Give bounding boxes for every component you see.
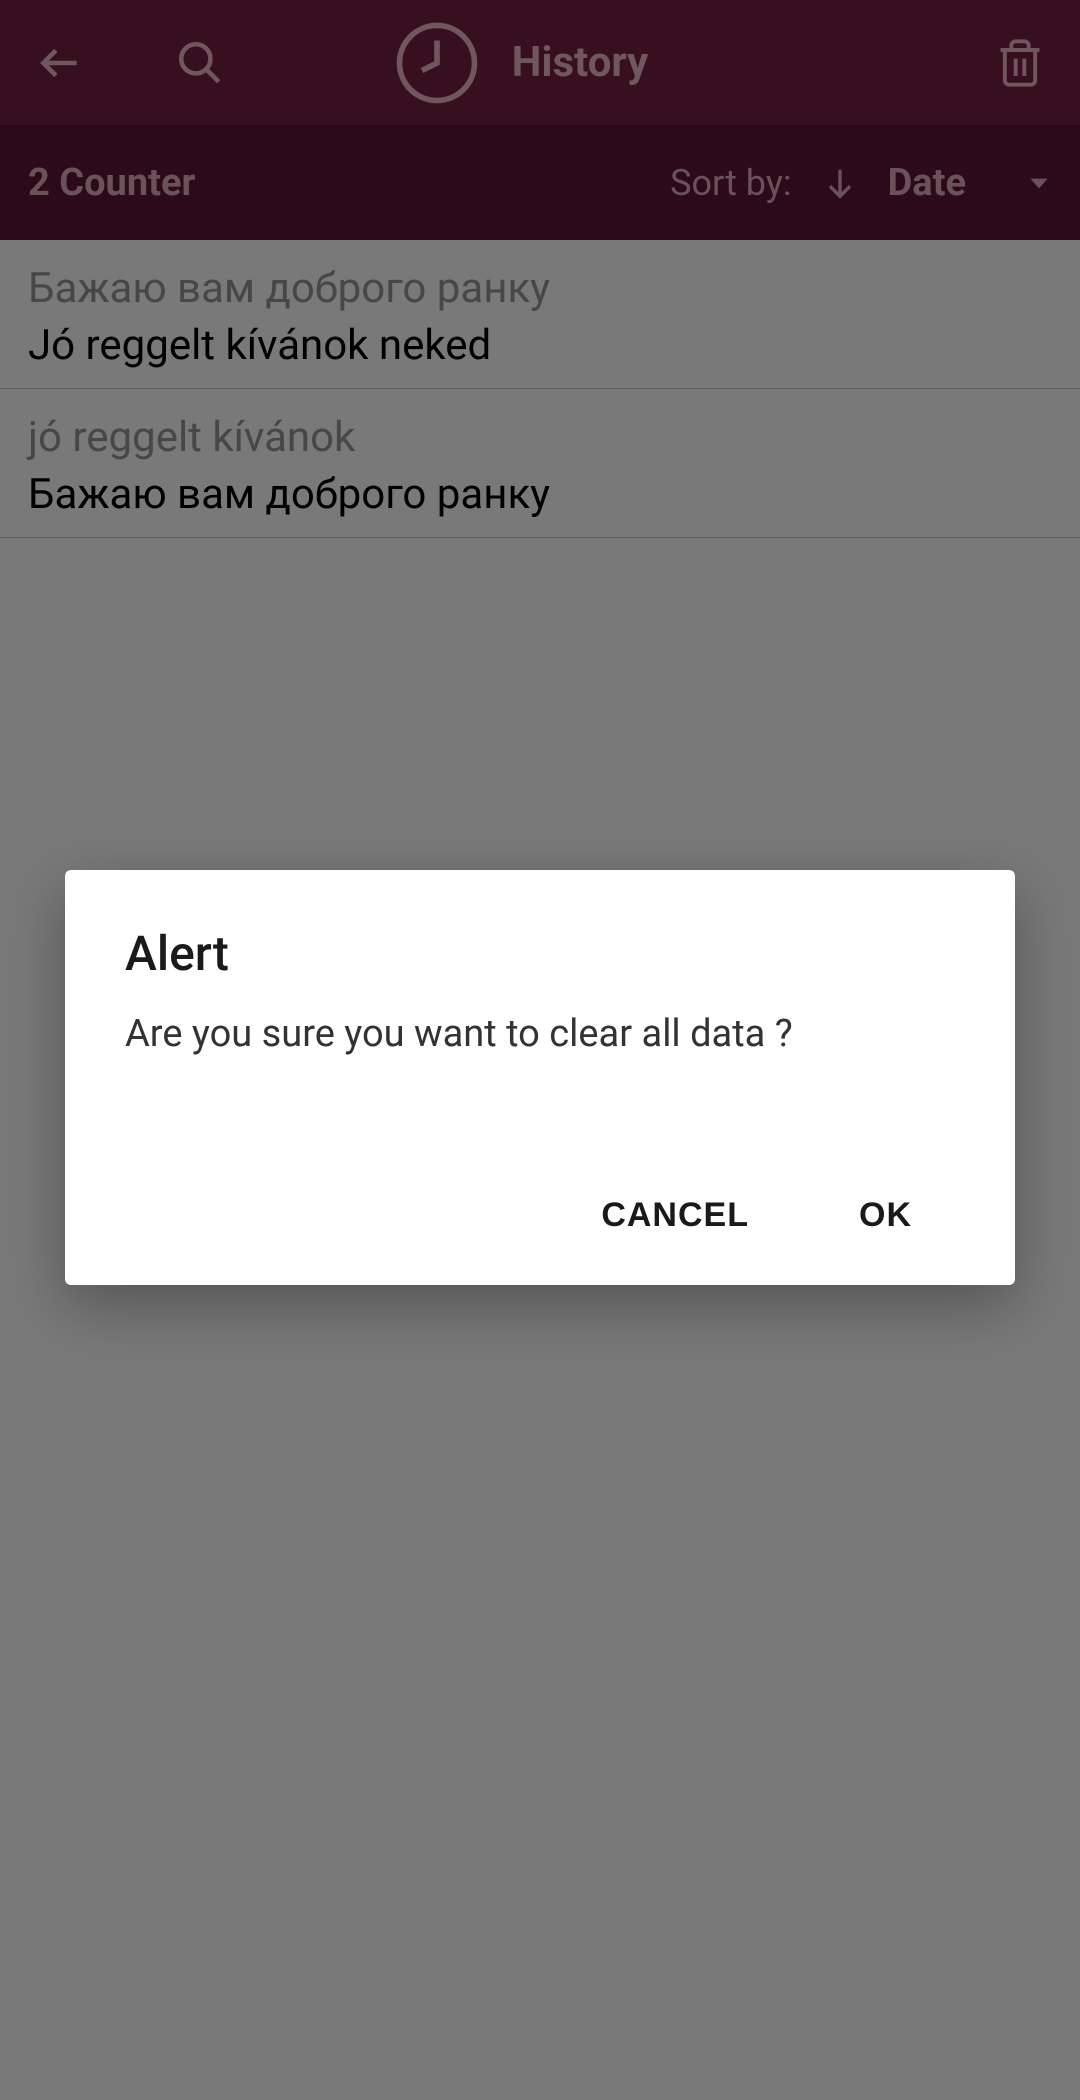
modal-overlay[interactable]: Alert Are you sure you want to clear all… <box>0 0 1080 2100</box>
dialog-title: Alert <box>125 925 955 982</box>
ok-button[interactable]: OK <box>834 1176 937 1255</box>
cancel-button[interactable]: CANCEL <box>576 1176 774 1255</box>
dialog-message: Are you sure you want to clear all data … <box>125 1012 955 1056</box>
dialog-actions: CANCEL OK <box>125 1176 955 1255</box>
alert-dialog: Alert Are you sure you want to clear all… <box>65 870 1015 1285</box>
